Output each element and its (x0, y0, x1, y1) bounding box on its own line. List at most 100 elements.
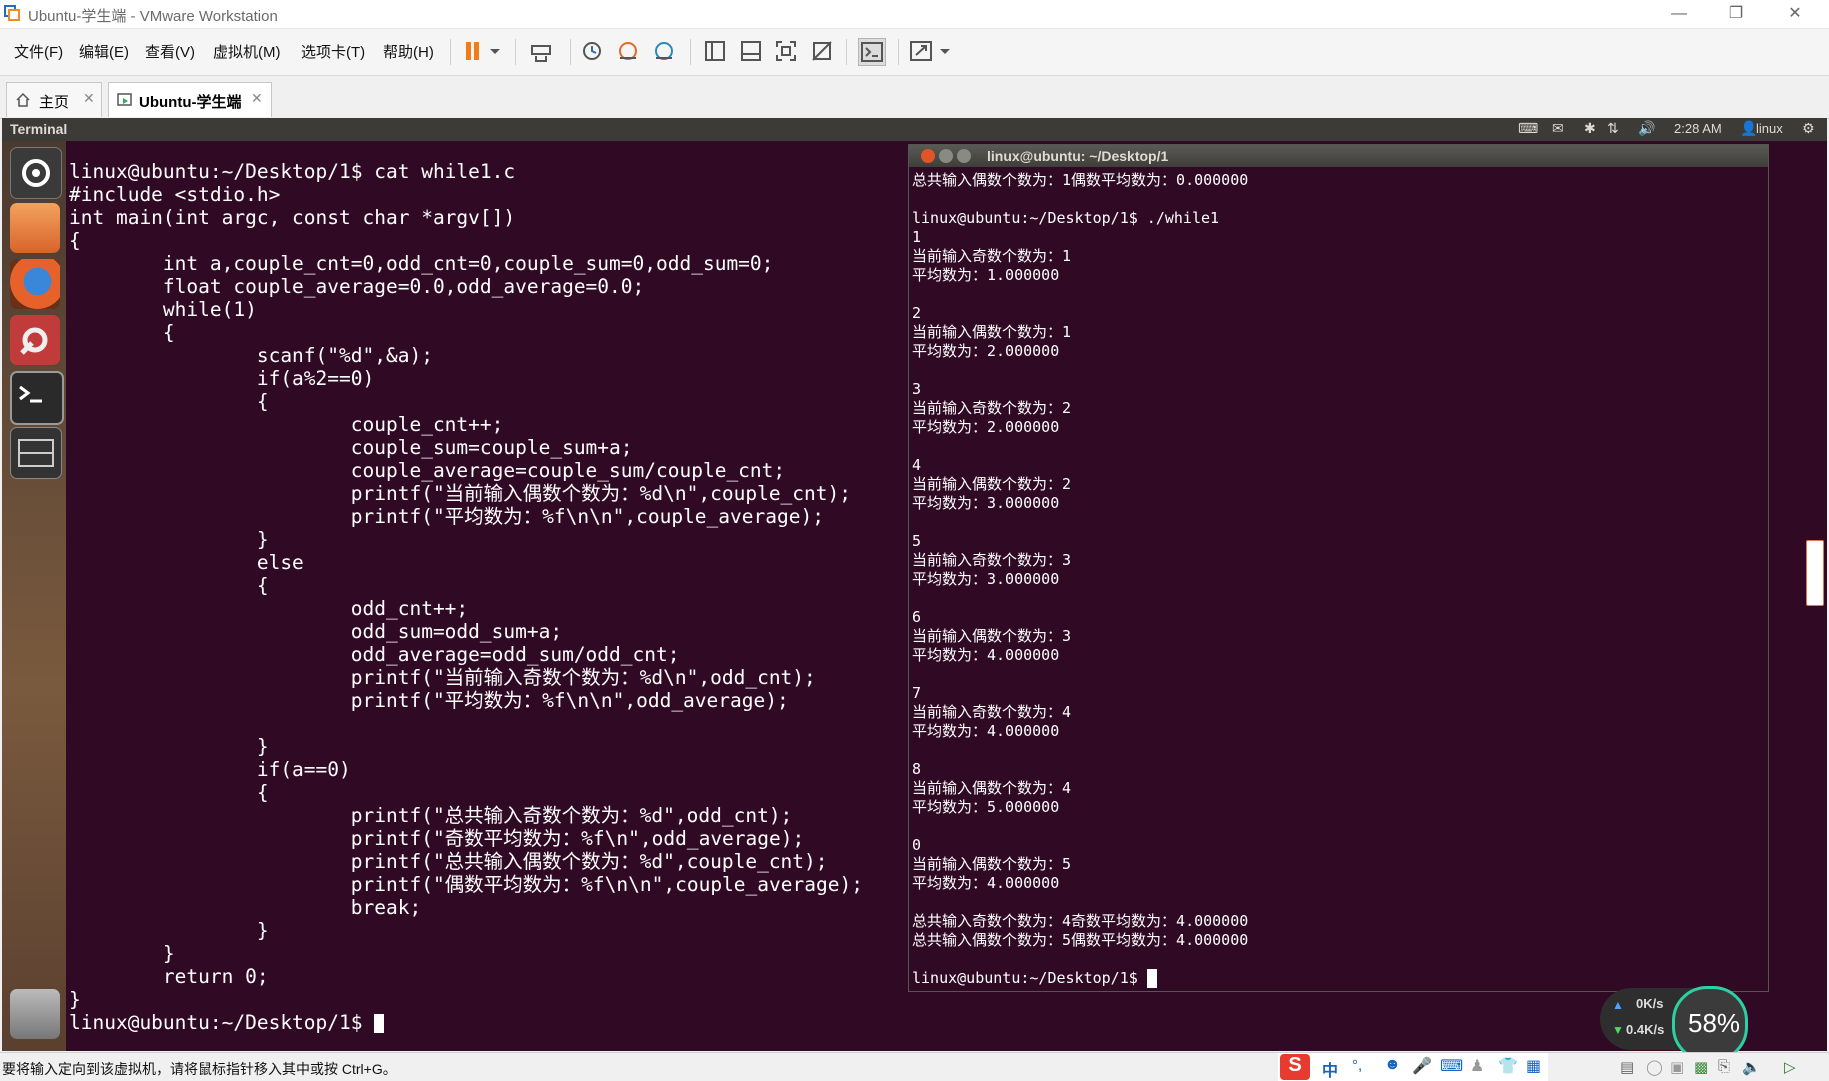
unity-mode-icon[interactable] (809, 38, 835, 64)
dash-home-icon[interactable] (10, 147, 62, 199)
keyboard-icon[interactable]: ⌨ (1440, 1056, 1463, 1076)
front-terminal-window[interactable]: linux@ubuntu: ~/Desktop/1 总共输入偶数个数为：1偶数平… (908, 144, 1769, 992)
user-icon[interactable]: ♟ (1470, 1056, 1484, 1076)
firefox-icon[interactable] (10, 259, 60, 309)
toolbox-icon[interactable]: ▦ (1526, 1056, 1541, 1076)
background-terminal-output[interactable]: linux@ubuntu:~/Desktop/1$ cat while1.c #i… (69, 160, 863, 1034)
toolbar-separator (515, 39, 516, 65)
terminal-line: 总共输入奇数个数为：4奇数平均数为：4.000000 (912, 912, 1249, 930)
upload-speed: 0K/s (1636, 996, 1664, 1011)
toolbar-separator (846, 39, 847, 65)
revert-snapshot-icon[interactable] (615, 38, 641, 64)
user-name[interactable]: linux (1756, 121, 1783, 136)
terminal-line: } (69, 528, 269, 551)
vmware-icon (4, 5, 20, 21)
user-icon[interactable]: 👤 (1740, 120, 1757, 137)
terminal-line: else (69, 551, 304, 574)
send-keys-icon[interactable] (528, 38, 554, 64)
terminal-line: 当前输入奇数个数为：3 (912, 551, 1072, 569)
status-bar: 要将输入定向到该虚拟机，请将鼠标指针移入其中或按 Ctrl+G。 S 中 °, … (0, 1052, 1829, 1081)
close-icon[interactable]: ✕ (251, 90, 263, 107)
terminal-icon[interactable] (10, 371, 64, 425)
close-icon[interactable]: ✕ (83, 90, 95, 107)
minimize-icon[interactable] (939, 149, 953, 163)
files-icon[interactable] (10, 203, 60, 253)
network-adapter-icon[interactable]: ▩ (1694, 1058, 1708, 1076)
floppy-icon[interactable]: ▣ (1670, 1058, 1684, 1076)
tab-ubuntu-student[interactable]: Ubuntu-学生端 ✕ (108, 82, 272, 117)
pause-icon[interactable] (460, 38, 486, 64)
terminal-line: { (69, 781, 269, 804)
bluetooth-icon[interactable]: ✱ (1584, 120, 1596, 137)
minimize-button[interactable]: — (1656, 0, 1702, 28)
network-icon[interactable]: ⇅ (1607, 120, 1619, 137)
emoji-icon[interactable]: ☻ (1384, 1056, 1401, 1074)
scrollbar[interactable] (1806, 540, 1824, 606)
sogou-icon[interactable]: S (1280, 1054, 1310, 1080)
menu-view[interactable]: 查看(V) (145, 41, 195, 62)
terminal-line: 3 (912, 380, 922, 398)
memory-usage-gauge[interactable]: 58% (1672, 986, 1748, 1062)
keyboard-icon[interactable]: ⌨ (1518, 120, 1538, 137)
tab-label: Ubuntu-学生端 (139, 94, 242, 111)
terminal-line: 当前输入偶数个数为：1 (912, 323, 1072, 341)
clock[interactable]: 2:28 AM (1674, 121, 1722, 136)
console-view-icon[interactable] (858, 38, 886, 66)
terminal-line: 平均数为：4.000000 (912, 722, 1060, 740)
sidebar-view-icon[interactable] (702, 38, 728, 64)
ime-mode[interactable]: 中 (1322, 1057, 1338, 1081)
front-terminal-output[interactable]: 总共输入偶数个数为：1偶数平均数为：0.000000 linux@ubuntu:… (912, 171, 1248, 988)
volume-icon[interactable]: 🔊 (1638, 120, 1655, 137)
terminal-line: 6 (912, 608, 922, 626)
chevron-down-icon[interactable] (938, 38, 952, 64)
terminal-line: 平均数为：4.000000 (912, 646, 1060, 664)
maximize-icon[interactable] (957, 149, 971, 163)
toolbar-separator (690, 39, 691, 65)
terminal-line: odd_average=odd_sum/odd_cnt; (69, 643, 680, 666)
terminal-line: 当前输入偶数个数为：5 (912, 855, 1072, 873)
microphone-icon[interactable]: 🎤 (1412, 1056, 1432, 1076)
vm-icon (117, 93, 132, 106)
status-display-icon[interactable]: ▷ (1784, 1058, 1796, 1076)
terminal-line: } (69, 942, 175, 965)
snapshot-icon[interactable] (579, 38, 605, 64)
close-icon[interactable] (921, 149, 935, 163)
terminal-line: } (69, 988, 81, 1011)
usb-icon[interactable]: ⎘ (1718, 1058, 1730, 1075)
terminal-line: 总共输入偶数个数为：5偶数平均数为：4.000000 (912, 931, 1249, 949)
gear-icon[interactable]: ⚙ (1802, 120, 1815, 137)
ubuntu-top-panel: Terminal ⌨ ✉ ✱ ⇅ 🔊 2:28 AM 👤 linux ⚙ (2, 118, 1827, 141)
restore-button[interactable]: ❐ (1713, 0, 1759, 28)
close-button[interactable]: ✕ (1772, 0, 1818, 28)
punctuation-icon[interactable]: °, (1352, 1057, 1362, 1074)
stretch-guest-icon[interactable] (908, 38, 934, 64)
trash-icon[interactable] (10, 989, 60, 1039)
terminal-line: 平均数为：4.000000 (912, 874, 1060, 892)
menu-edit[interactable]: 编辑(E) (79, 41, 129, 62)
mail-icon[interactable]: ✉ (1552, 120, 1564, 137)
terminal-line: printf("当前输入奇数个数为：%d\n",odd_cnt); (69, 666, 816, 689)
thumbnail-view-icon[interactable] (738, 38, 764, 64)
terminal-line: int a,couple_cnt=0,odd_cnt=0,couple_sum=… (69, 252, 774, 275)
snapshot-manager-icon[interactable] (651, 38, 677, 64)
tab-home[interactable]: 主页 ✕ (6, 82, 102, 117)
menu-help[interactable]: 帮助(H) (383, 41, 434, 62)
menu-file[interactable]: 文件(F) (14, 41, 63, 62)
system-settings-icon[interactable] (10, 315, 60, 365)
menu-vm[interactable]: 虚拟机(M) (213, 41, 281, 62)
front-terminal-titlebar[interactable]: linux@ubuntu: ~/Desktop/1 (909, 145, 1768, 167)
workspace-switcher-icon[interactable] (10, 427, 62, 479)
cd-rom-icon[interactable]: ◯ (1646, 1058, 1663, 1076)
hard-disk-icon[interactable]: ▤ (1620, 1058, 1634, 1076)
fullscreen-icon[interactable] (773, 38, 799, 64)
toolbar-separator (570, 39, 571, 65)
chevron-down-icon[interactable] (488, 38, 502, 64)
skin-icon[interactable]: 👕 (1498, 1056, 1518, 1076)
menu-tabs[interactable]: 选项卡(T) (301, 41, 365, 62)
window-titlebar: Ubuntu-学生端 - VMware Workstation — ❐ ✕ (0, 0, 1829, 29)
sound-card-icon[interactable]: 🔈 (1742, 1058, 1761, 1076)
